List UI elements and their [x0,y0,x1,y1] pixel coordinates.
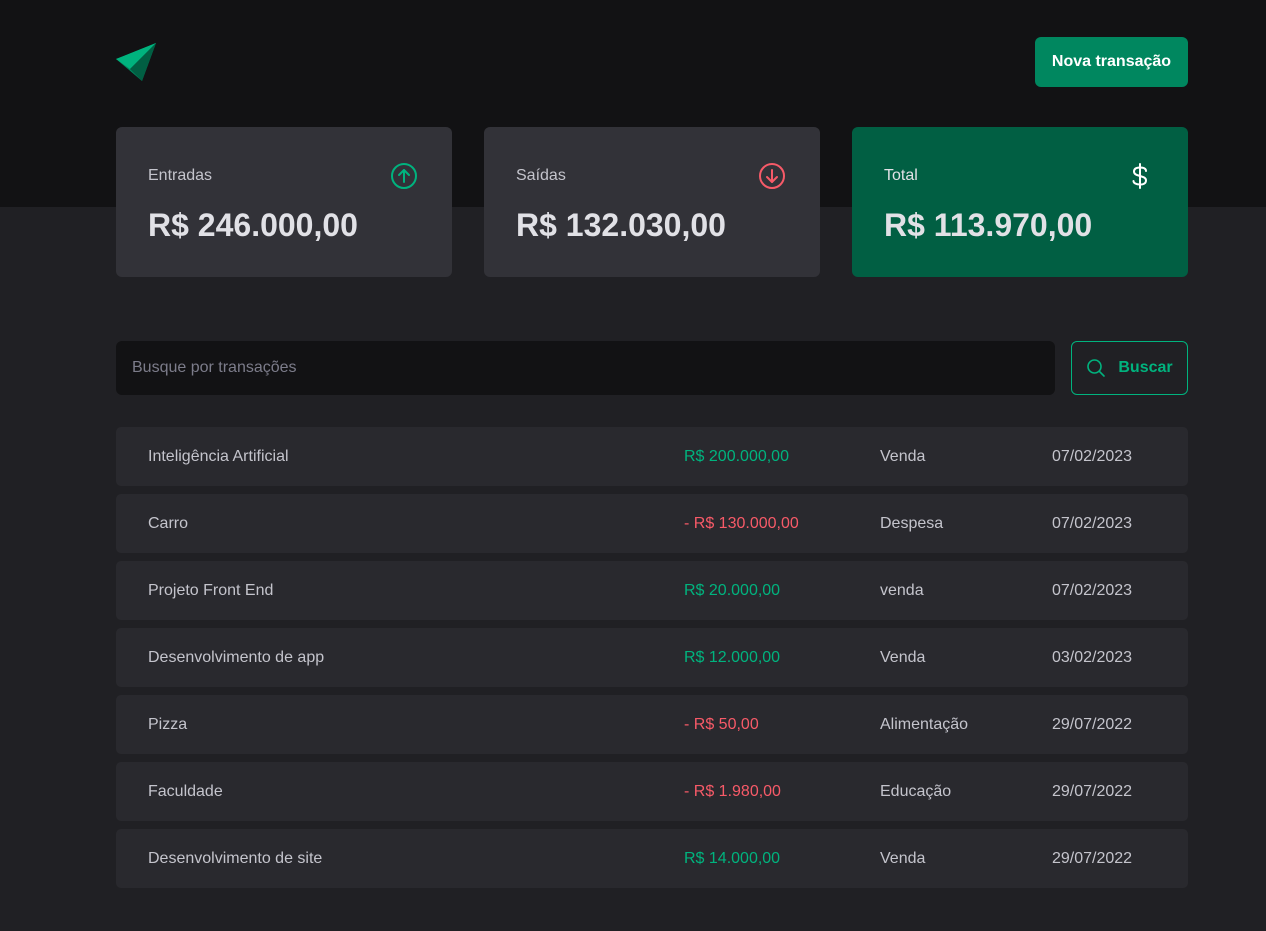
summary-cards: Entradas R$ 246.000,00 Saídas R$ 132.030… [116,127,1188,277]
transaction-category: Venda [880,448,926,465]
transaction-date: 03/02/2023 [1052,649,1133,666]
transaction-amount: R$ 14.000,00 [684,850,781,867]
transactions-table: Inteligência Artificial R$ 200.000,00 Ve… [116,427,1188,896]
table-row: Desenvolvimento de app R$ 12.000,00 Vend… [116,628,1188,687]
transaction-amount: - R$ 130.000,00 [684,515,799,532]
summary-card-total: Total R$ 113.970,00 [852,127,1188,277]
transaction-category: Venda [880,649,926,666]
transaction-category: Venda [880,850,926,867]
new-transaction-button[interactable]: Nova transação [1035,37,1188,87]
transaction-description: Carro [148,515,189,532]
transaction-category: Alimentação [880,716,969,733]
transaction-amount: R$ 20.000,00 [684,582,781,599]
summary-card-label: Entradas [148,167,213,184]
summary-card-value: R$ 113.970,00 [884,207,1093,243]
transaction-amount: - R$ 50,00 [684,716,759,733]
summary-card-value: R$ 132.030,00 [516,207,726,243]
transaction-amount: R$ 200.000,00 [684,448,789,465]
summary-card-label: Total [884,167,918,184]
transaction-description: Desenvolvimento de app [148,649,325,666]
currency-dollar-icon [1132,163,1148,189]
transaction-description: Projeto Front End [148,582,274,599]
transaction-description: Desenvolvimento de site [148,850,323,867]
table-row: Pizza - R$ 50,00 Alimentação 29/07/2022 [116,695,1188,754]
header: Nova transação [116,37,1188,87]
table-row: Inteligência Artificial R$ 200.000,00 Ve… [116,427,1188,486]
table-row: Faculdade - R$ 1.980,00 Educação 29/07/2… [116,762,1188,821]
transaction-date: 29/07/2022 [1052,716,1133,733]
transaction-category: venda [880,582,924,599]
transaction-category: Despesa [880,515,944,532]
transaction-amount: R$ 12.000,00 [684,649,781,666]
transaction-description: Pizza [148,716,188,733]
arrow-circle-down-icon [759,163,785,189]
summary-card-income: Entradas R$ 246.000,00 [116,127,452,277]
summary-card-label: Saídas [516,167,566,184]
table-row: Projeto Front End R$ 20.000,00 venda 07/… [116,561,1188,620]
transaction-date: 29/07/2022 [1052,783,1133,800]
search-button[interactable]: Buscar [1071,341,1188,395]
transaction-amount: - R$ 1.980,00 [684,783,781,800]
summary-card-outcome: Saídas R$ 132.030,00 [484,127,820,277]
transaction-date: 07/02/2023 [1052,515,1133,532]
transaction-date: 29/07/2022 [1052,850,1133,867]
search-form: Buscar [116,341,1188,395]
transaction-date: 07/02/2023 [1052,582,1133,599]
magnifying-glass-icon [1087,359,1106,377]
search-input[interactable] [116,341,1055,395]
transaction-description: Faculdade [148,783,223,800]
table-row: Desenvolvimento de site R$ 14.000,00 Ven… [116,829,1188,888]
summary-card-value: R$ 246.000,00 [148,207,358,243]
arrow-circle-up-icon [391,163,417,189]
transaction-date: 07/02/2023 [1052,448,1133,465]
search-button-label: Buscar [1118,359,1173,376]
transaction-description: Inteligência Artificial [148,448,289,465]
transaction-category: Educação [880,783,952,800]
table-row: Carro - R$ 130.000,00 Despesa 07/02/2023 [116,494,1188,553]
arrows-logo-icon[interactable] [116,43,158,83]
